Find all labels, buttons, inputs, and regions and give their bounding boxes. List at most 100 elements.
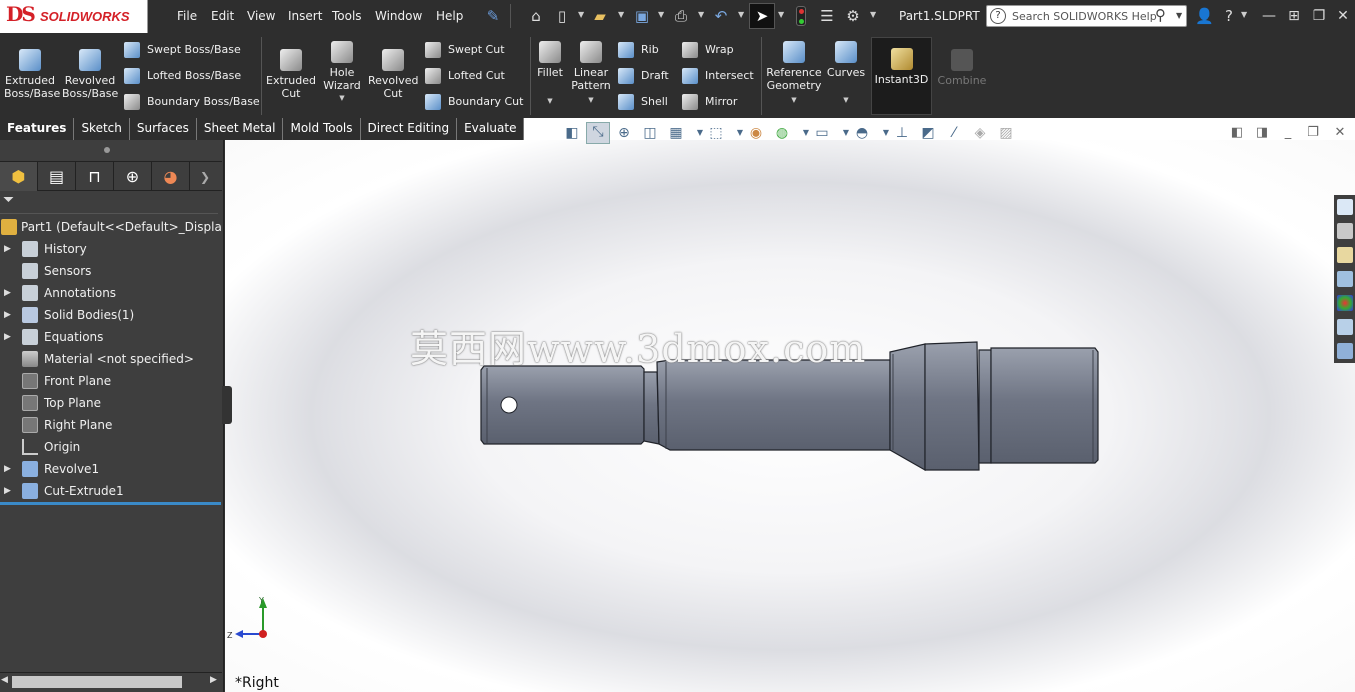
- custom-properties-icon[interactable]: [1337, 319, 1353, 335]
- tree-filter-bar[interactable]: ⏷: [0, 191, 218, 214]
- configuration-manager-icon[interactable]: ⊓: [76, 162, 114, 192]
- filter-icon[interactable]: ⏷: [3, 192, 14, 208]
- tree-item-front-plane[interactable]: Front Plane: [0, 370, 222, 392]
- chevron-down-icon[interactable]: ▼: [1241, 10, 1247, 19]
- home-icon[interactable]: ⌂: [527, 6, 545, 26]
- view-settings-icon[interactable]: ⊥: [892, 124, 912, 142]
- measure-icon[interactable]: ⁄: [944, 124, 964, 142]
- tree-item-annotations[interactable]: ▶ Annotations: [0, 282, 222, 304]
- search-help-field[interactable]: ? Search SOLIDWORKS Help ⚲ ▼: [986, 5, 1187, 27]
- pin-menu-icon[interactable]: ✎: [484, 6, 502, 26]
- tree-item-cut-extrude1[interactable]: ▶ Cut-Extrude1: [0, 480, 222, 502]
- revolved-boss-button[interactable]: Revolved Boss/Base: [62, 49, 118, 100]
- fillet-button[interactable]: Fillet ▼: [534, 41, 566, 108]
- expand-arrow-icon[interactable]: ▶: [4, 480, 11, 502]
- render-tools-icon[interactable]: ◩: [918, 124, 938, 142]
- chevron-down-icon[interactable]: ▼: [570, 94, 612, 107]
- menu-insert[interactable]: Insert: [288, 9, 322, 23]
- tab-surfaces[interactable]: Surfaces: [129, 118, 197, 140]
- solidworks-logo[interactable]: DS SOLIDWORKS: [0, 0, 148, 33]
- undo-icon[interactable]: ↶: [712, 6, 730, 26]
- axis-triad[interactable]: Y Z: [227, 596, 267, 640]
- section-view-icon[interactable]: ◫: [640, 124, 660, 142]
- file-explorer-icon[interactable]: [1337, 247, 1353, 263]
- tree-item-sensors[interactable]: Sensors: [0, 260, 222, 282]
- swept-cut-button[interactable]: Swept Cut: [425, 40, 505, 60]
- lofted-boss-button[interactable]: Lofted Boss/Base: [124, 66, 241, 86]
- previous-view-icon[interactable]: ◧: [562, 124, 582, 142]
- restore-window-icon[interactable]: ❐: [1309, 6, 1329, 26]
- chevron-down-icon[interactable]: ▼: [738, 10, 744, 19]
- scroll-left-icon[interactable]: ◀: [1, 675, 8, 685]
- print-icon[interactable]: ⎙: [672, 6, 690, 26]
- new-document-icon[interactable]: ▯: [553, 6, 571, 26]
- curves-button[interactable]: Curves ▼: [826, 41, 866, 107]
- file-properties-icon[interactable]: ☰: [818, 6, 836, 26]
- chevron-down-icon[interactable]: ▼: [698, 10, 704, 19]
- scene-icon[interactable]: ◓: [852, 124, 872, 142]
- chevron-down-icon[interactable]: ▼: [766, 94, 822, 107]
- edit-appearance-icon[interactable]: ▭: [812, 124, 832, 142]
- tree-item-history[interactable]: ▶ History: [0, 238, 222, 260]
- mirror-button[interactable]: Mirror: [682, 92, 737, 112]
- chevron-down-icon[interactable]: ▼: [826, 94, 866, 107]
- panel-splitter[interactable]: [0, 140, 222, 160]
- intersect-button[interactable]: Intersect: [682, 66, 754, 86]
- featuremanager-tree-icon[interactable]: ⬢: [0, 162, 38, 192]
- chevron-down-icon[interactable]: ▼: [534, 95, 566, 108]
- tree-item-origin[interactable]: Origin: [0, 436, 222, 458]
- viewport-minimize-icon[interactable]: _: [1279, 125, 1297, 143]
- chevron-down-icon[interactable]: ▼: [1176, 11, 1182, 20]
- user-icon[interactable]: 👤: [1195, 6, 1214, 26]
- tree-item-right-plane[interactable]: Right Plane: [0, 414, 222, 436]
- shell-button[interactable]: Shell: [618, 92, 668, 112]
- expand-arrow-icon[interactable]: ▶: [4, 458, 11, 480]
- chevron-right-icon[interactable]: ❯: [190, 162, 220, 192]
- tree-item-equations[interactable]: ▶ Equations: [0, 326, 222, 348]
- chevron-down-icon[interactable]: ▼: [618, 10, 624, 19]
- viewport-close-icon[interactable]: ✕: [1331, 125, 1349, 143]
- options-gear-icon[interactable]: ⚙: [844, 6, 862, 26]
- hide-show-items-icon[interactable]: ◍: [772, 124, 792, 142]
- view-orientation-icon[interactable]: ⬚: [706, 124, 726, 142]
- search-icon[interactable]: ⚲: [1155, 6, 1166, 24]
- save-icon[interactable]: ▣: [633, 6, 651, 26]
- extruded-boss-button[interactable]: Extruded Boss/Base: [4, 49, 60, 100]
- draft-button[interactable]: Draft: [618, 66, 669, 86]
- panel-collapse-handle[interactable]: [222, 386, 232, 424]
- viewport-previous-icon[interactable]: ◧: [1228, 125, 1246, 143]
- tab-direct-editing[interactable]: Direct Editing: [360, 118, 458, 140]
- chevron-down-icon[interactable]: ▼: [778, 10, 784, 19]
- scroll-right-icon[interactable]: ▶: [210, 675, 217, 685]
- tab-sketch[interactable]: Sketch: [74, 118, 130, 140]
- instant3d-toggle[interactable]: Instant3D: [871, 37, 932, 115]
- menu-file[interactable]: File: [177, 9, 197, 23]
- extruded-cut-button[interactable]: Extruded Cut: [266, 49, 316, 100]
- tree-root-part[interactable]: Part1 (Default<<Default>_Display Sta: [0, 216, 222, 238]
- rib-button[interactable]: Rib: [618, 40, 659, 60]
- boundary-cut-button[interactable]: Boundary Cut: [425, 92, 523, 112]
- lofted-cut-button[interactable]: Lofted Cut: [425, 66, 505, 86]
- expand-arrow-icon[interactable]: ▶: [4, 326, 11, 348]
- menu-tools[interactable]: Tools: [332, 9, 362, 23]
- scrollbar-thumb[interactable]: [12, 676, 182, 688]
- tree-item-material[interactable]: Material <not specified>: [0, 348, 222, 370]
- chevron-down-icon[interactable]: ▼: [870, 10, 876, 19]
- menu-window[interactable]: Window: [375, 9, 422, 23]
- boundary-boss-button[interactable]: Boundary Boss/Base: [124, 92, 260, 112]
- design-library-icon[interactable]: [1337, 223, 1353, 239]
- expand-arrow-icon[interactable]: ▶: [4, 304, 11, 326]
- zoom-to-area-icon[interactable]: ⊕: [614, 124, 634, 142]
- revolved-cut-button[interactable]: Revolved Cut: [368, 49, 418, 100]
- menu-help[interactable]: Help: [436, 9, 463, 23]
- chevron-down-icon[interactable]: ▼: [578, 10, 584, 19]
- tile-windows-icon[interactable]: ⊞: [1284, 6, 1304, 26]
- minimize-window-icon[interactable]: —: [1259, 6, 1279, 26]
- horizontal-scrollbar[interactable]: ◀ ▶: [0, 672, 222, 690]
- menu-view[interactable]: View: [247, 9, 275, 23]
- tree-item-top-plane[interactable]: Top Plane: [0, 392, 222, 414]
- realview-icon[interactable]: ◈: [970, 124, 990, 142]
- display-manager-icon[interactable]: ◕: [152, 162, 190, 192]
- tab-features[interactable]: Features: [0, 118, 75, 140]
- tab-sheet-metal[interactable]: Sheet Metal: [196, 118, 284, 140]
